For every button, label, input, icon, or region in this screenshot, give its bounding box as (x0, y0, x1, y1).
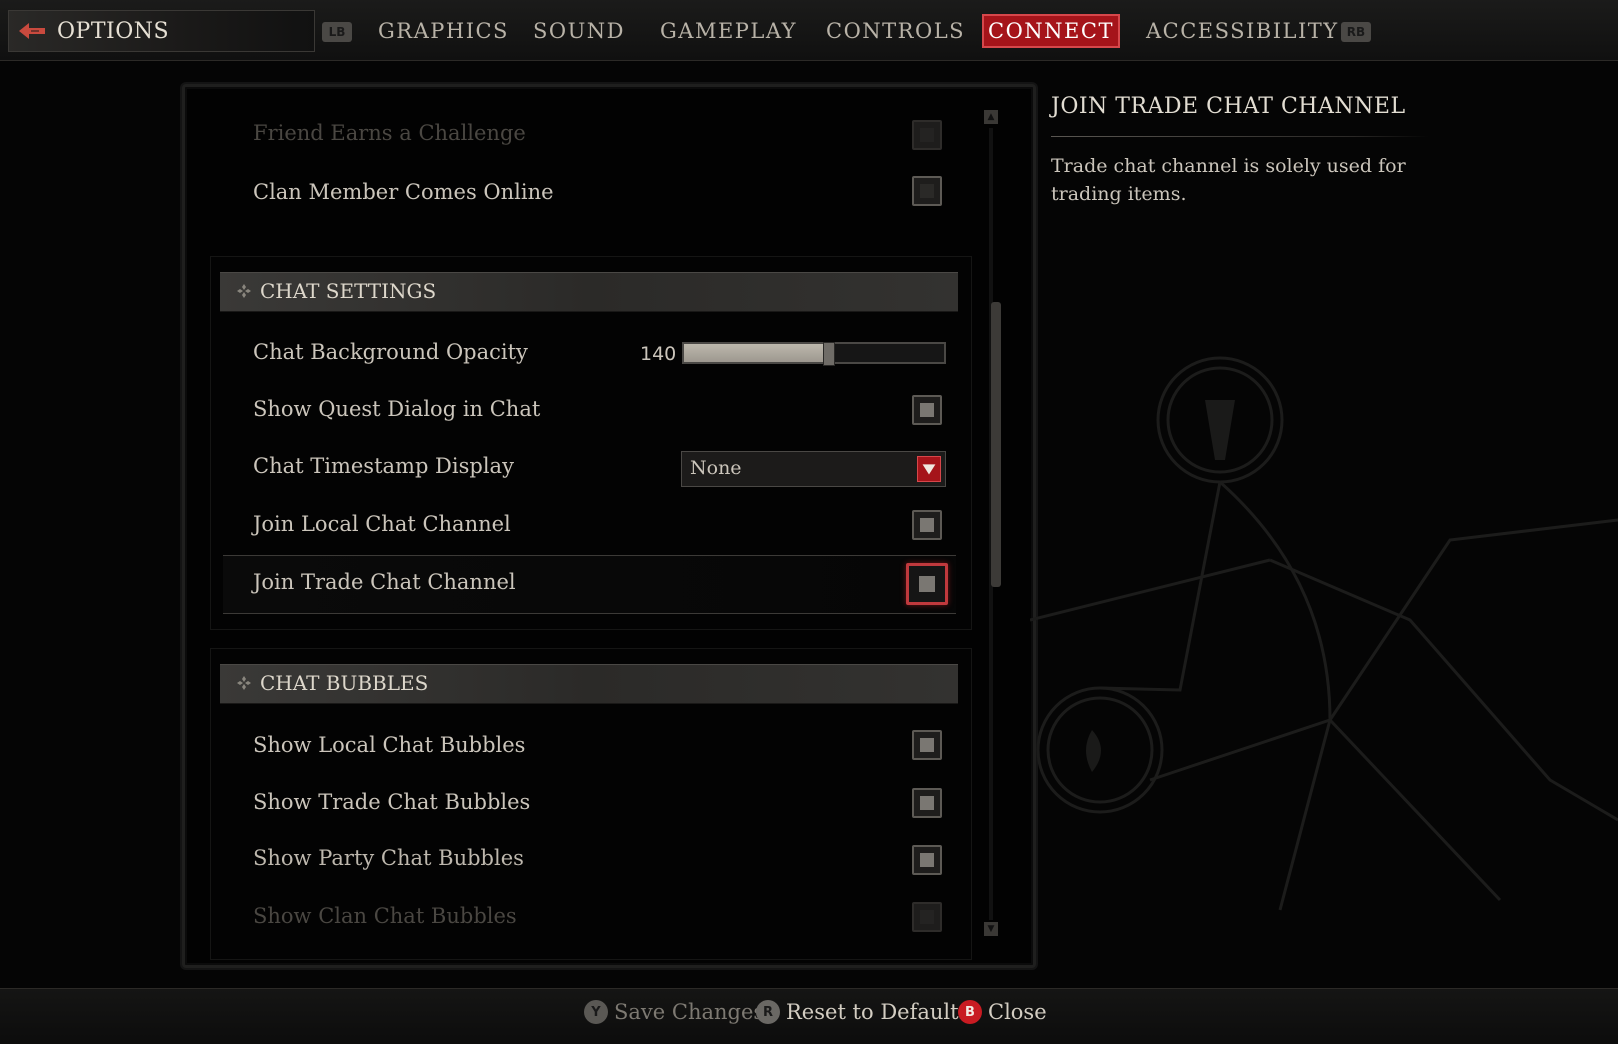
reset-defaults-button[interactable]: R Reset to Defaults (756, 1000, 969, 1024)
join-local-chat-checkbox[interactable] (912, 510, 942, 540)
chat-background-opacity-label: Chat Background Opacity (253, 340, 528, 364)
scroll-down-icon[interactable]: ▼ (984, 922, 998, 936)
show-clan-bubbles-checkbox[interactable] (912, 902, 942, 932)
top-bar: OPTIONS LB GRAPHICS SOUND GAMEPLAY CONTR… (0, 0, 1618, 61)
save-changes-button[interactable]: Y Save Changes (584, 1000, 764, 1024)
close-button[interactable]: B Close (958, 1000, 1047, 1024)
scroll-up-icon[interactable]: ▲ (984, 110, 998, 124)
info-divider (1051, 136, 1429, 137)
dropdown-arrow-icon[interactable] (917, 456, 941, 482)
section-diamond-icon (237, 284, 251, 298)
tab-sound[interactable]: SOUND (532, 14, 626, 48)
tab-controls[interactable]: CONTROLS (826, 14, 964, 48)
info-title: JOIN TRADE CHAT CHANNEL (1051, 94, 1406, 119)
show-quest-dialog-label: Show Quest Dialog in Chat (253, 397, 541, 421)
settings-scrollbar[interactable]: ▲ ▼ (984, 108, 1001, 938)
y-button-icon: Y (584, 1000, 608, 1024)
chat-background-opacity-value: 140 (640, 343, 677, 365)
tab-gameplay[interactable]: GAMEPLAY (660, 14, 796, 48)
chat-background-opacity-slider[interactable] (682, 342, 946, 366)
chat-settings-title: CHAT SETTINGS (260, 279, 437, 303)
chat-timestamp-value: None (690, 457, 742, 479)
show-party-bubbles-label: Show Party Chat Bubbles (253, 846, 524, 870)
info-description: Trade chat channel is solely used for tr… (1051, 155, 1406, 205)
join-trade-chat-checkbox[interactable] (906, 563, 948, 605)
options-header: OPTIONS (8, 10, 315, 52)
scroll-thumb[interactable] (991, 302, 1001, 588)
show-party-bubbles-checkbox[interactable] (912, 845, 942, 875)
join-local-chat-label: Join Local Chat Channel (253, 512, 511, 536)
show-local-bubbles-label: Show Local Chat Bubbles (253, 733, 526, 757)
join-trade-chat-label: Join Trade Chat Channel (253, 570, 516, 594)
show-clan-bubbles-label: Show Clan Chat Bubbles (253, 904, 517, 928)
lb-bumper-icon[interactable]: LB (322, 22, 352, 42)
chat-settings-header: CHAT SETTINGS (220, 272, 958, 312)
chat-bubbles-title: CHAT BUBBLES (260, 671, 429, 695)
section-diamond-icon (237, 676, 251, 690)
friend-earns-challenge-checkbox[interactable] (912, 120, 942, 150)
slider-fill (684, 344, 827, 362)
save-changes-label: Save Changes (614, 1000, 765, 1024)
b-button-icon: B (958, 1000, 982, 1024)
friend-earns-challenge-label: Friend Earns a Challenge (253, 121, 526, 145)
show-quest-dialog-checkbox[interactable] (912, 395, 942, 425)
r-stick-icon: R (756, 1000, 780, 1024)
rb-bumper-icon[interactable]: RB (1341, 22, 1371, 42)
show-trade-bubbles-label: Show Trade Chat Bubbles (253, 790, 531, 814)
chat-bubbles-header: CHAT BUBBLES (220, 664, 958, 704)
chat-timestamp-dropdown[interactable]: None (681, 451, 946, 487)
tab-accessibility[interactable]: ACCESSIBILITY (1146, 14, 1337, 48)
options-title: OPTIONS (57, 18, 170, 44)
slider-thumb[interactable] (823, 342, 835, 366)
tab-connect[interactable]: CONNECT (982, 14, 1120, 48)
scroll-track[interactable] (989, 128, 1001, 920)
tab-graphics[interactable]: GRAPHICS (378, 14, 507, 48)
reset-defaults-label: Reset to Defaults (786, 1000, 970, 1024)
clan-member-online-checkbox[interactable] (912, 176, 942, 206)
show-local-bubbles-checkbox[interactable] (912, 730, 942, 760)
clan-member-online-label: Clan Member Comes Online (253, 180, 554, 204)
show-trade-bubbles-checkbox[interactable] (912, 788, 942, 818)
back-arrow-icon[interactable] (17, 20, 47, 42)
chat-timestamp-display-label: Chat Timestamp Display (253, 454, 514, 478)
decorative-sigil-icon (1030, 356, 1618, 911)
close-label: Close (988, 1000, 1047, 1024)
